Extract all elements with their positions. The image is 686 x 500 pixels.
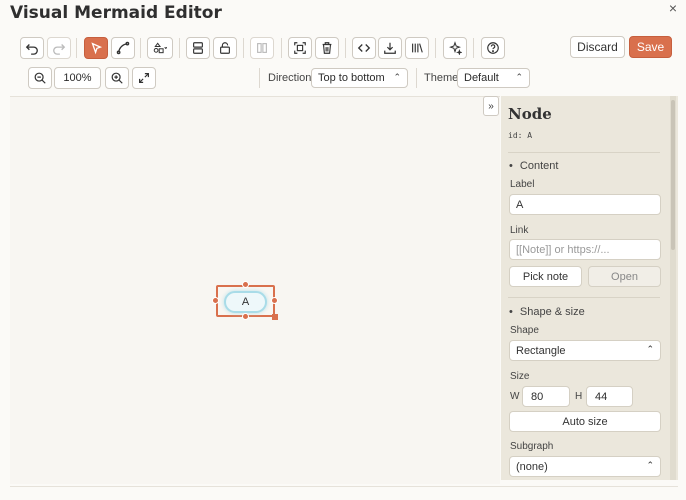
layout-icon[interactable] [186,37,210,59]
magic-icon[interactable] [443,37,467,59]
theme-select[interactable]: Default ⌃ [457,68,530,88]
toolbar-divider [281,38,282,58]
connect-icon[interactable] [111,37,135,59]
open-button[interactable]: Open [588,266,661,287]
fit-icon[interactable] [132,67,156,89]
toolbar-divider [259,68,260,88]
chevron-updown-icon: ⌃ [646,460,654,470]
subgraph-value: (none) [516,460,548,473]
pick-note-button[interactable]: Pick note [509,266,582,287]
panel-title: Node [508,105,552,123]
bullet-icon: • [509,306,513,318]
size-field-label: Size [510,371,530,382]
discard-button[interactable]: Discard [570,36,625,58]
toolbar-divider [243,38,244,58]
label-field-label: Label [510,179,535,190]
height-input[interactable]: 44 [586,386,633,407]
zoom-in-icon[interactable] [105,67,129,89]
save-button[interactable]: Save [629,36,672,58]
chevron-updown-icon: ⌃ [393,72,401,82]
pointer-icon[interactable] [84,37,108,59]
zoom-out-icon[interactable] [28,67,52,89]
shape-field-label: Shape [510,325,539,336]
content-section-header[interactable]: • Content [509,160,558,172]
resize-handle-corner[interactable] [272,314,278,320]
chevron-updown-icon: ⌃ [515,72,523,82]
theme-label: Theme [424,72,459,84]
collapse-panel-button[interactable]: » [483,96,499,116]
lock-icon[interactable] [213,37,237,59]
content-section-title: Content [519,160,559,172]
toolbar-divider [140,38,141,58]
height-label: H [575,391,583,402]
editor-title: Visual Mermaid Editor [10,3,222,23]
link-input[interactable]: [[Note]] or https://... [509,239,661,260]
editor-modal: Visual Mermaid Editor × Discard Save 100… [0,0,686,500]
toolbar-divider [345,38,346,58]
shape-value: Rectangle [516,344,566,357]
toolbar-divider [416,68,417,88]
direction-label: Direction [268,72,312,84]
help-icon[interactable] [481,37,505,59]
toolbar-divider [179,38,180,58]
node-label: A [241,296,250,308]
width-input[interactable]: 80 [522,386,570,407]
subgraph-select[interactable]: (none) ⌃ [509,456,661,477]
select-frame-icon[interactable] [288,37,312,59]
close-icon[interactable]: × [669,0,677,16]
direction-select[interactable]: Top to bottom ⌃ [311,68,408,88]
theme-value: Default [464,72,499,84]
resize-handle-bottom[interactable] [242,313,249,320]
link-field-label: Link [510,225,529,236]
panel-divider [508,152,660,153]
align-icon[interactable] [250,37,274,59]
subgraph-field-label: Subgraph [510,441,554,452]
panel-scroll-thumb[interactable] [671,100,675,250]
code-icon[interactable] [352,37,376,59]
shape-select[interactable]: Rectangle ⌃ [509,340,661,361]
toolbar-divider [435,38,436,58]
width-label: W [510,391,520,402]
delete-icon[interactable] [315,37,339,59]
bullet-icon: • [509,160,513,172]
auto-size-button[interactable]: Auto size [509,411,661,432]
download-icon[interactable] [378,37,402,59]
add-shape-icon[interactable] [147,37,173,59]
library-icon[interactable] [405,37,429,59]
toolbar-divider [473,38,474,58]
resize-handle-right[interactable] [271,297,278,304]
label-input[interactable]: A [509,194,661,215]
shape-section-title: Shape & size [519,306,585,318]
resize-handle-top[interactable] [242,281,249,288]
node-id: id: A [508,131,533,140]
footer-divider [10,486,678,487]
undo-icon[interactable] [20,37,44,59]
resize-handle-left[interactable] [212,297,219,304]
shape-section-header[interactable]: • Shape & size [509,306,585,318]
toolbar-divider [76,38,77,58]
direction-value: Top to bottom [318,72,385,84]
chevron-updown-icon: ⌃ [646,344,654,354]
zoom-level[interactable]: 100% [54,67,101,89]
redo-icon[interactable] [47,37,71,59]
panel-divider [508,297,660,298]
